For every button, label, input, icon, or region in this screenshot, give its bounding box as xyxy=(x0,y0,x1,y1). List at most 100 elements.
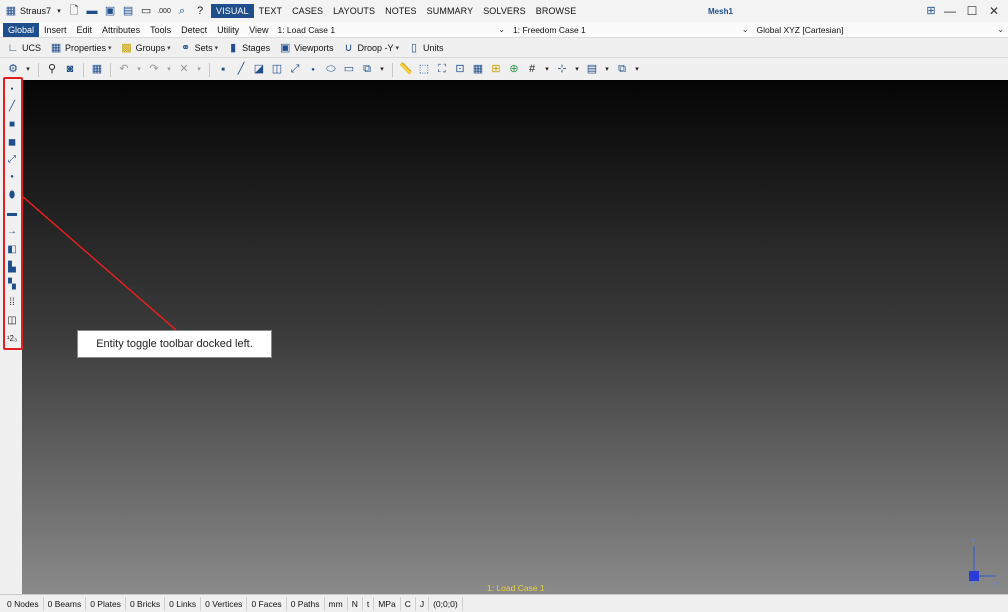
open-folder-icon[interactable]: ▬ xyxy=(85,4,99,18)
save-icon[interactable]: ▣ xyxy=(103,4,117,18)
highlight-frame xyxy=(3,77,23,350)
camera-icon[interactable]: ◙ xyxy=(63,63,77,77)
layout-options-icon[interactable]: ⊞ xyxy=(924,4,938,18)
unit-temperature[interactable]: C xyxy=(401,596,416,611)
tab-cases[interactable]: CASES xyxy=(287,4,328,18)
tab-text[interactable]: TEXT xyxy=(254,4,287,18)
select-box-icon[interactable]: ⬚ xyxy=(417,63,431,77)
close-button[interactable]: ✕ xyxy=(986,4,1002,18)
minimize-button[interactable]: — xyxy=(942,4,958,18)
menu-attributes[interactable]: Attributes xyxy=(97,23,145,37)
axis-icon: ∟ xyxy=(7,41,19,54)
create-vertex-icon[interactable]: ● xyxy=(306,63,320,77)
menu-insert[interactable]: Insert xyxy=(39,23,72,37)
units-button[interactable]: ▯ Units xyxy=(405,41,444,55)
viewports-button[interactable]: ▣ Viewports xyxy=(276,41,334,55)
unit-energy[interactable]: J xyxy=(416,596,430,611)
undo-icon[interactable]: ↶ xyxy=(117,63,131,77)
snap-icon[interactable]: ⊹ xyxy=(555,63,569,77)
create-face-icon[interactable]: ⬭ xyxy=(324,63,338,77)
chevron-down-icon[interactable]: ▾ xyxy=(633,63,641,77)
groups-button[interactable]: ▩ Groups ▾ xyxy=(118,41,170,55)
callout-text: Entity toggle toolbar docked left. xyxy=(96,338,253,350)
status-nodes: 0 Nodes xyxy=(0,596,44,611)
groups-icon: ▩ xyxy=(121,41,132,54)
tab-browse[interactable]: BROWSE xyxy=(531,4,582,18)
select-all-icon[interactable]: ⊡ xyxy=(453,63,467,77)
unit-mass[interactable]: t xyxy=(363,596,375,611)
combine-icon[interactable]: ⊕ xyxy=(507,63,521,77)
chevron-down-icon[interactable]: ▾ xyxy=(573,63,581,77)
hierarchy-icon[interactable]: ⊞ xyxy=(489,63,503,77)
chevron-down-icon[interactable]: ▾ xyxy=(603,63,611,77)
tab-layouts[interactable]: LAYOUTS xyxy=(328,4,380,18)
coordinate-system-value: Global XYZ [Cartesian] xyxy=(756,24,844,35)
settings-icon[interactable]: ⚙ xyxy=(6,63,20,77)
unit-force[interactable]: N xyxy=(348,596,363,611)
coordinate-system-select[interactable]: Global XYZ [Cartesian] ⌄ xyxy=(753,22,1008,38)
groups-label: Groups xyxy=(135,43,166,53)
create-node-icon[interactable]: ■ xyxy=(216,63,230,77)
tab-solvers[interactable]: SOLVERS xyxy=(478,4,531,18)
menu-global[interactable]: Global xyxy=(3,22,40,37)
chevron-down-icon[interactable]: ▾ xyxy=(195,63,203,77)
copy-entity-icon[interactable]: ⧉ xyxy=(360,63,374,77)
grid-select-icon[interactable]: ▦ xyxy=(90,63,104,77)
unit-stress[interactable]: MPa xyxy=(374,596,401,611)
chevron-down-icon[interactable]: ▾ xyxy=(378,63,386,77)
menu-edit[interactable]: Edit xyxy=(72,23,98,37)
maximize-button[interactable]: ☐ xyxy=(964,4,980,18)
chevron-down-icon[interactable]: ▾ xyxy=(24,63,32,77)
help-icon[interactable]: ? xyxy=(193,4,207,18)
create-beam-icon[interactable]: ╱ xyxy=(234,63,248,77)
windows-icon[interactable]: ⧉ xyxy=(615,63,629,77)
create-plate-icon[interactable]: ◪ xyxy=(252,63,266,77)
load-case-select[interactable]: 1: Load Case 1 ⌄ xyxy=(273,22,509,38)
status-beams: 0 Beams xyxy=(44,596,87,611)
stages-button[interactable]: ▮ Stages xyxy=(224,41,270,55)
new-file-icon[interactable]: 🗋 xyxy=(67,4,81,18)
sets-label: Sets xyxy=(194,43,213,53)
stages-label: Stages xyxy=(242,43,271,53)
chevron-down-icon[interactable]: ▾ xyxy=(55,4,63,18)
tab-visual[interactable]: VISUAL xyxy=(211,4,254,18)
binoculars-icon[interactable]: ⚲ xyxy=(45,63,59,77)
matrix-icon[interactable]: ▦ xyxy=(471,63,485,77)
freedom-case-select[interactable]: 1: Freedom Case 1 ⌄ xyxy=(509,22,753,38)
tab-notes[interactable]: NOTES xyxy=(380,4,422,18)
layout-icon[interactable]: ▤ xyxy=(585,63,599,77)
tab-summary[interactable]: SUMMARY xyxy=(422,4,479,18)
measure-icon[interactable]: 📏 xyxy=(399,63,413,77)
menu-view[interactable]: View xyxy=(244,23,273,37)
create-link-icon[interactable]: ⤢ xyxy=(288,63,302,77)
sets-button[interactable]: ⚭ Sets ▾ xyxy=(177,41,218,55)
properties-icon: ▦ xyxy=(50,41,62,54)
ucs-button[interactable]: ∟ UCS xyxy=(4,41,41,55)
status-links: 0 Links xyxy=(165,596,202,611)
chevron-down-icon: ▾ xyxy=(395,45,400,52)
create-path-icon[interactable]: ▭ xyxy=(342,63,356,77)
menu-utility[interactable]: Utility xyxy=(212,23,244,37)
menu-tools[interactable]: Tools xyxy=(145,23,176,37)
properties-button[interactable]: ▦ Properties ▾ xyxy=(47,41,112,55)
chevron-down-icon[interactable]: ▾ xyxy=(135,63,143,77)
delete-icon[interactable]: ✕ xyxy=(177,63,191,77)
save-as-icon[interactable]: ▤ xyxy=(121,4,135,18)
menu-detect[interactable]: Detect xyxy=(176,23,212,37)
number-format-icon[interactable]: .000 xyxy=(157,4,171,18)
app-logo-icon[interactable]: ▦ xyxy=(4,4,18,18)
find-icon[interactable]: ⌕ xyxy=(175,4,189,18)
app-menu-button[interactable]: Straus7 xyxy=(20,6,51,16)
grid-hash-icon[interactable]: # xyxy=(525,63,539,77)
chevron-down-icon[interactable]: ▾ xyxy=(165,63,173,77)
z-axis-marker xyxy=(969,571,979,581)
document-icon[interactable]: ▭ xyxy=(139,4,153,18)
x-axis-label: X xyxy=(994,581,999,586)
chevron-down-icon[interactable]: ▾ xyxy=(543,63,551,77)
chevron-down-icon: ▾ xyxy=(108,45,112,52)
droop-button[interactable]: ∪ Droop -Y ▾ xyxy=(340,41,400,55)
create-brick-icon[interactable]: ◫ xyxy=(270,63,284,77)
unit-length[interactable]: mm xyxy=(325,596,348,611)
redo-icon[interactable]: ↷ xyxy=(147,63,161,77)
select-region-icon[interactable]: ⛶ xyxy=(435,63,449,77)
